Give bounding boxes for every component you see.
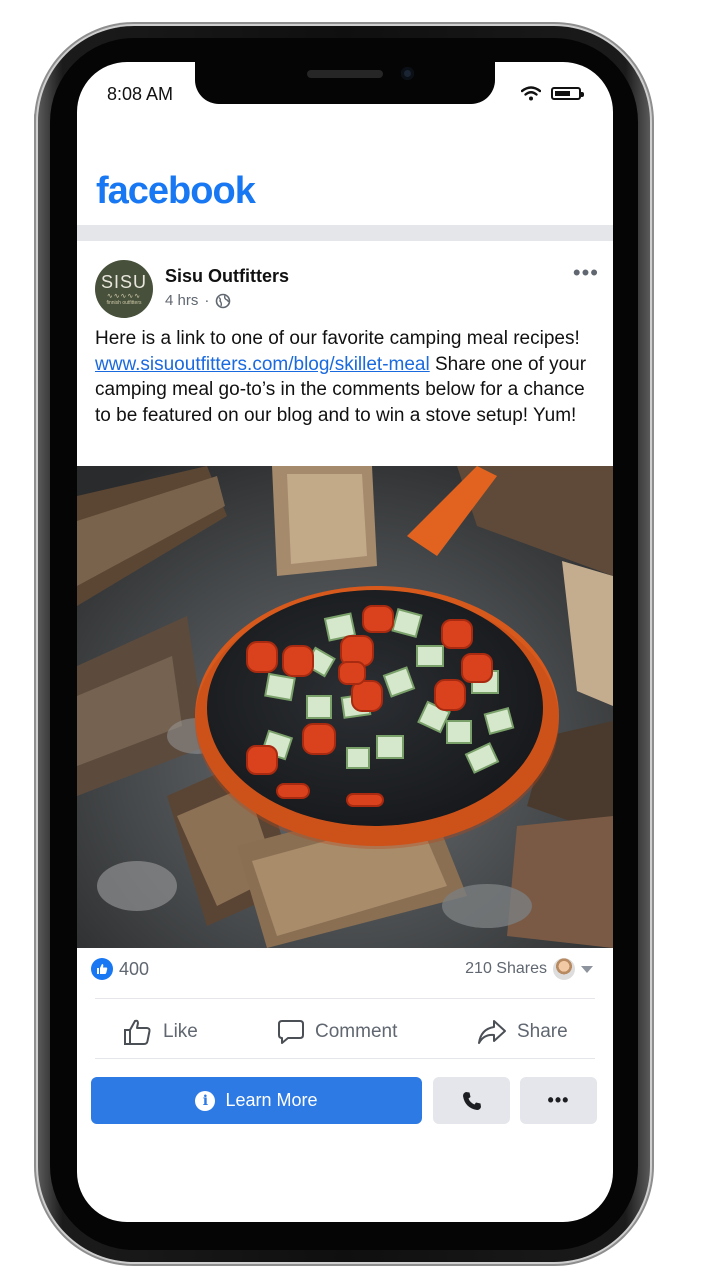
- post-text: Here is a link to one of our favorite ca…: [95, 326, 595, 428]
- reaction-count: 400: [119, 958, 150, 979]
- like-reaction-icon: [91, 958, 113, 980]
- like-label: Like: [163, 1021, 198, 1042]
- avatar-logo-text: SISU: [100, 272, 147, 292]
- page-avatar[interactable]: SISU ∿∿∿∿∿ finnish outfitters: [95, 260, 153, 318]
- post-text-intro: Here is a link to one of our favorite ca…: [95, 328, 580, 349]
- facebook-logo[interactable]: facebook: [96, 170, 256, 213]
- avatar-wave: ∿∿∿∿∿: [106, 293, 142, 300]
- notch: [195, 62, 495, 104]
- divider-bottom: [95, 1058, 595, 1059]
- viewer-avatar: [553, 958, 575, 980]
- post-image[interactable]: [77, 466, 613, 948]
- share-icon: [478, 1020, 506, 1044]
- thumbs-up-icon: [124, 1019, 151, 1045]
- earpiece-speaker: [307, 70, 383, 78]
- comment-button[interactable]: Comment: [277, 1015, 397, 1049]
- meta-separator: ·: [204, 292, 210, 309]
- page-name[interactable]: Sisu Outfitters: [165, 266, 289, 287]
- post-time[interactable]: 4 hrs: [165, 292, 198, 309]
- phone-icon: [462, 1091, 481, 1110]
- front-camera: [401, 67, 414, 80]
- phone-screen: 8:08 AM facebook SISU ∿∿∿∿∿ finnish outf…: [77, 62, 613, 1222]
- post-options-icon[interactable]: •••: [573, 260, 599, 286]
- globe-icon: [216, 293, 231, 308]
- status-time: 8:08 AM: [107, 84, 174, 104]
- avatar-subtext: finnish outfitters: [106, 300, 142, 306]
- reaction-summary[interactable]: 400: [91, 958, 149, 980]
- more-options-button[interactable]: •••: [520, 1077, 597, 1124]
- post-meta: 4 hrs ·: [165, 292, 231, 309]
- shares-count: 210 Shares: [465, 960, 547, 977]
- battery-icon: [551, 87, 584, 100]
- like-button[interactable]: Like: [123, 1015, 198, 1049]
- divider-top: [95, 998, 595, 999]
- comment-label: Comment: [315, 1021, 398, 1042]
- call-button[interactable]: [433, 1077, 510, 1124]
- learn-more-button[interactable]: i Learn More: [91, 1077, 422, 1124]
- learn-more-label: Learn More: [225, 1090, 318, 1110]
- share-label: Share: [517, 1021, 568, 1042]
- comment-icon: [278, 1020, 304, 1044]
- wifi-icon: [521, 86, 541, 101]
- feed-divider: [77, 225, 613, 241]
- caret-down-icon[interactable]: [581, 965, 593, 973]
- share-button[interactable]: Share: [477, 1015, 568, 1049]
- post-link[interactable]: www.sisuoutfitters.com/blog/skillet-meal: [95, 354, 430, 375]
- status-icons: [521, 86, 584, 101]
- shares-summary[interactable]: 210 Shares: [465, 958, 593, 980]
- info-icon: i: [195, 1090, 216, 1111]
